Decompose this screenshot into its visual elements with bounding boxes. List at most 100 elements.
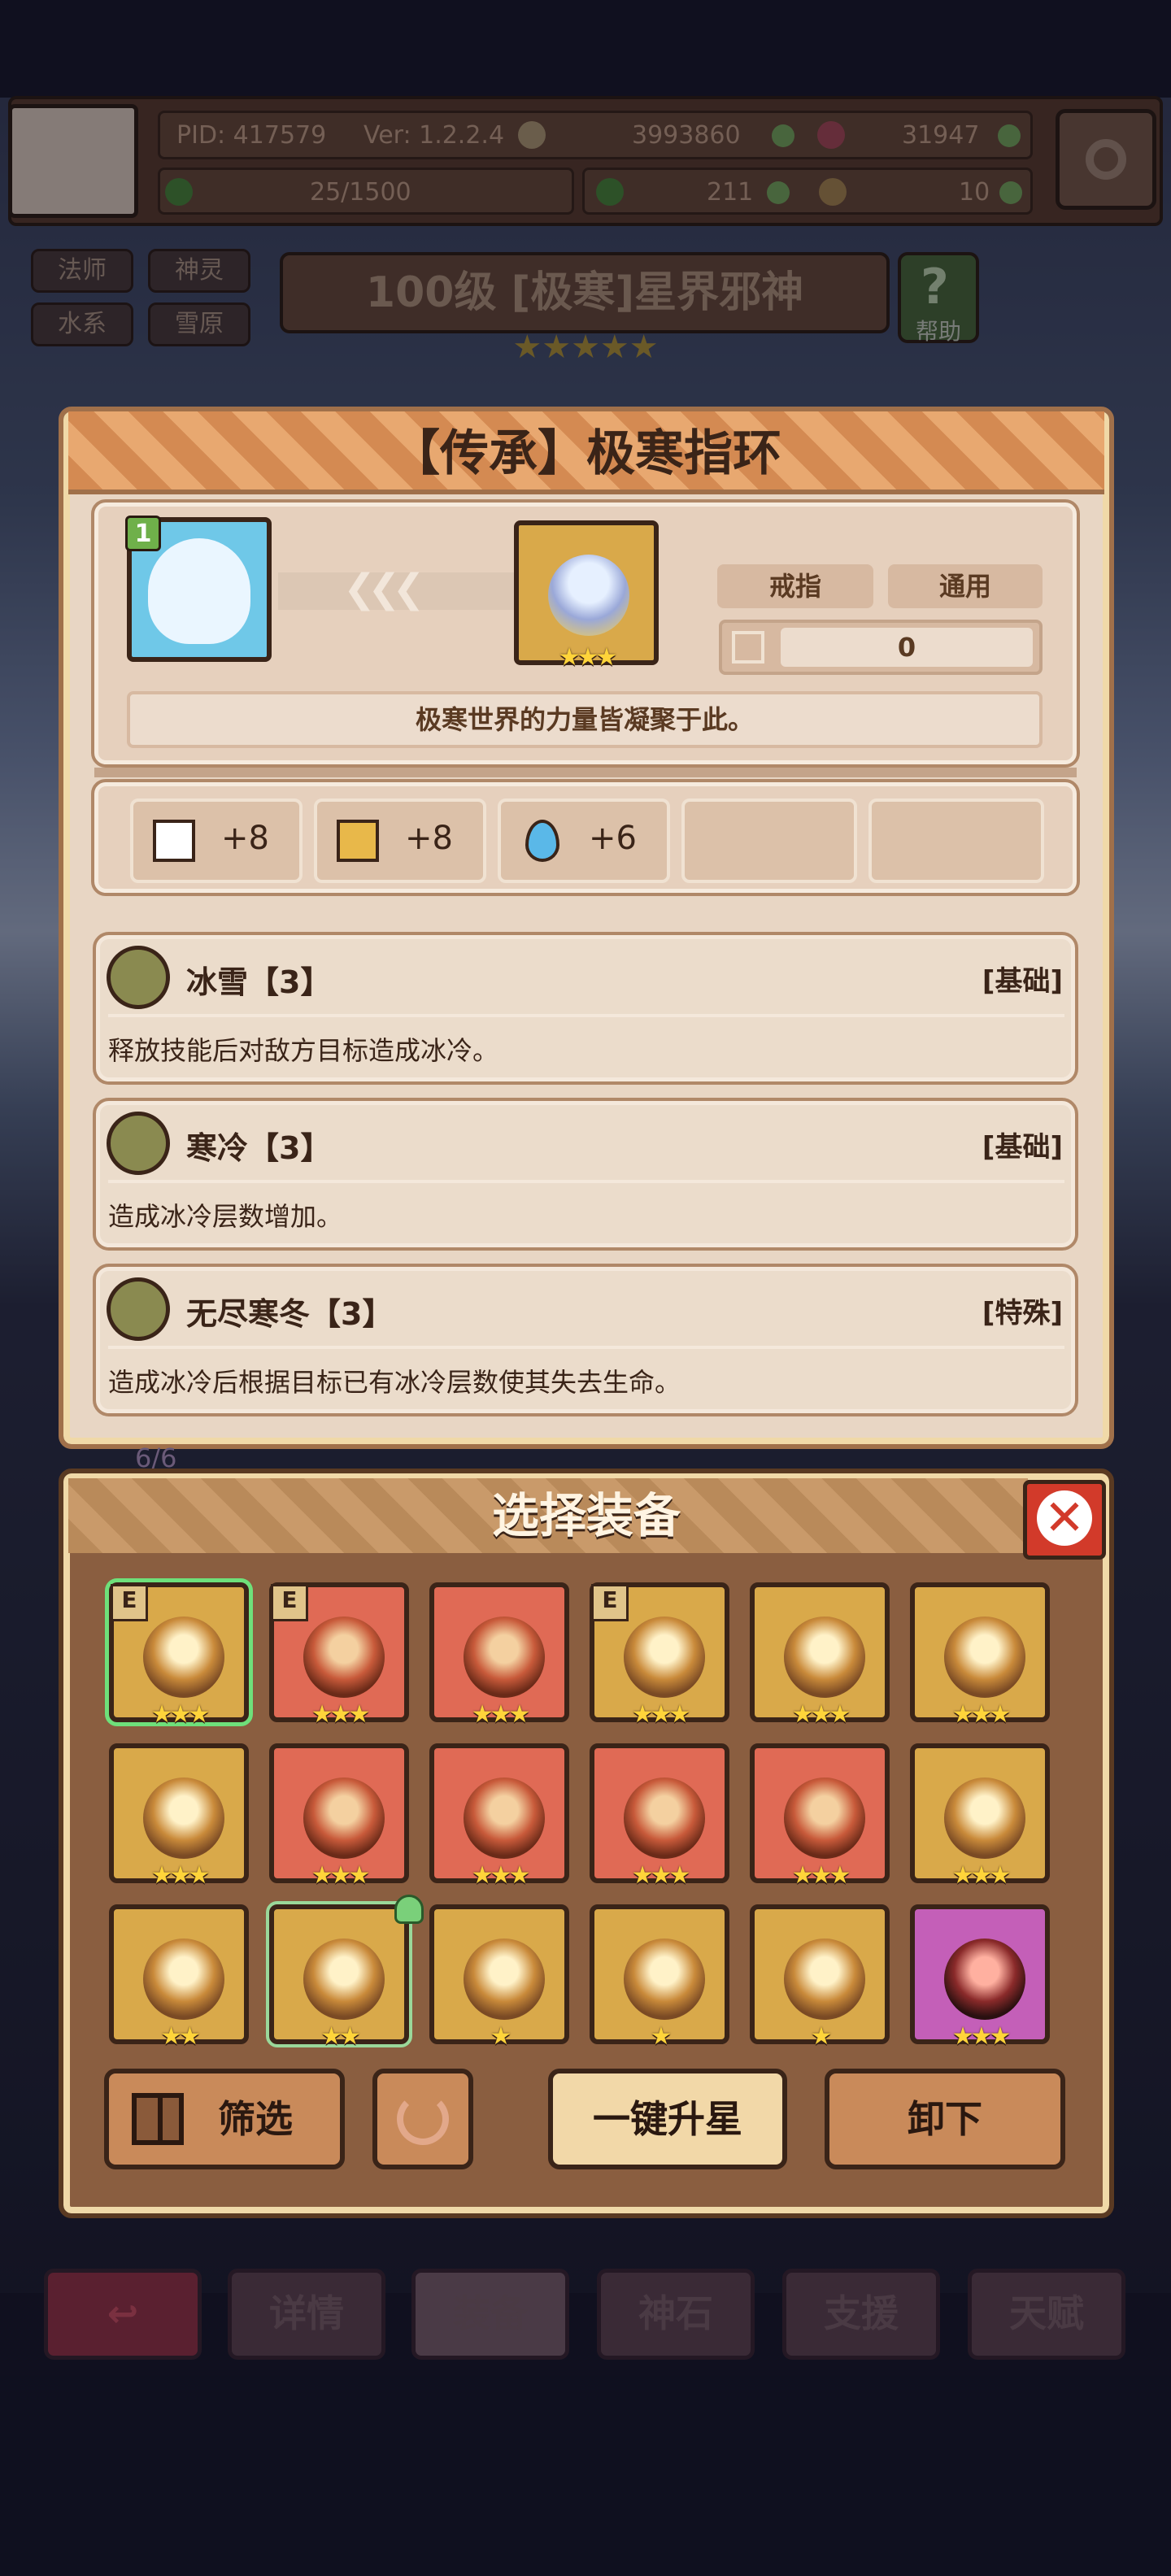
slot-stars: ★★★ [631,1700,691,1729]
equipment-slot[interactable]: ★★★ [109,1743,249,1890]
ice-ring-icon [143,1617,224,1698]
grid-icon [132,2093,184,2145]
slot-stars: ★ [650,2022,673,2051]
ice-ring-icon [548,555,629,636]
filter-button[interactable]: 筛选 [104,2069,345,2169]
equipped-badge: E [271,1584,308,1621]
slot-stars: ★★★ [791,1700,851,1729]
equip-select-title: 选择装备 [491,1488,681,1543]
equipment-slot[interactable]: E ★★★ [590,1582,729,1729]
divider [94,768,1077,777]
slot-stars: ★★★ [631,1861,691,1890]
equipment-slot[interactable]: ★ [590,1904,729,2051]
slot-stars: ★★★ [311,1700,371,1729]
equipment-slot[interactable]: E ★★★ [269,1582,409,1729]
skill-icon [107,1277,170,1341]
book-icon [153,820,195,862]
equipment-slot[interactable]: ★★★ [429,1582,569,1729]
jade-ring-icon [784,1939,865,2020]
skill-name: 无尽寒冬【3】 [186,1296,394,1332]
equipment-slot[interactable]: ★ [429,1904,569,2051]
equipped-item-slot[interactable]: ★★★ [514,520,659,672]
red-gem-ring-icon [303,1617,385,1698]
stat-cell-empty-2 [868,798,1044,883]
back-arrow-icon: ↩ [107,2291,139,2335]
type-tag: 戒指 [717,564,873,608]
close-icon: ✕ [1037,1490,1092,1546]
equip-arrow: ❮❮❮ [278,566,514,611]
slot-stars: ★★★ [311,1861,371,1890]
equipped-badge: E [591,1584,629,1621]
item-title: 【传承】极寒指环 [391,425,781,482]
refresh-icon [397,2093,449,2145]
hero-portrait[interactable]: 1 [125,516,272,662]
stat-cell-2: +8 [314,798,486,883]
vine-ring-icon [784,1778,865,1859]
nav-equipment[interactable]: 装备 [411,2269,569,2360]
equipment-slot[interactable]: ★ [750,1904,890,2051]
aqua-ring-icon [944,1778,1025,1859]
nav-talent[interactable]: 天赋 [968,2269,1125,2360]
close-button[interactable]: ✕ [1023,1480,1106,1560]
equipment-slot[interactable]: ★★★ [590,1743,729,1890]
skill-type: [基础] [982,965,1063,998]
stat-cell-1: +8 [130,798,303,883]
skill-icon [107,946,170,1009]
skill-icon [107,1112,170,1175]
green-stone-ring-icon [143,1939,224,2020]
skill-desc: 释放技能后对敌方目标造成冰冷。 [108,1035,499,1066]
equipment-slot[interactable]: ★★ [266,1895,424,2051]
equipment-slot[interactable]: ★★★ [269,1743,409,1890]
bronze-ring-icon [464,1617,545,1698]
slot-stars: ★★★ [951,1700,1012,1729]
refresh-button[interactable] [372,2069,473,2169]
equipment-slot[interactable]: ★★★ [910,1904,1050,2051]
equipment-slot[interactable]: ★★★ [750,1743,890,1890]
hero-level-badge: 1 [125,516,161,551]
slot-stars: ★★★ [150,1861,211,1890]
skill-card-3: 无尽寒冬【3】 [特殊] 造成冰冷后根据目标已有冰冷层数使其失去生命。 [93,1264,1078,1416]
serpent-ring-icon [303,1778,385,1859]
dark-ring-icon [464,1778,545,1859]
skill-desc: 造成冰冷层数增加。 [108,1201,343,1232]
stat-cell-empty-1 [681,798,857,883]
background-counter: 6/6 [135,1442,177,1473]
slot-stars: ★ [490,2022,512,2051]
white-stone-ring-icon [303,1939,385,2020]
slot-stars: ★★★ [471,1861,531,1890]
equipment-slot[interactable]: ★★★ [910,1743,1050,1890]
obsidian-ring-icon [944,1939,1025,2020]
stat-value-2: +8 [405,820,453,857]
equipped-badge: E [111,1584,148,1621]
slot-stars: ★★★ [951,1861,1012,1890]
nav-godstone[interactable]: 神石 [597,2269,755,2360]
skill-card-2: 寒冷【3】 [基础] 造成冰冷层数增加。 [93,1098,1078,1251]
stat-value-1: +8 [221,820,269,857]
one-click-upgrade-button[interactable]: 一键升星 [548,2069,787,2169]
skill-type: [特殊] [982,1297,1063,1329]
back-button[interactable]: ↩ [44,2269,202,2360]
slot-count: 0 [781,628,1033,667]
crystal-ring-icon [624,1778,705,1859]
equipment-slot[interactable]: ★★★ [429,1743,569,1890]
nav-support[interactable]: 支援 [782,2269,940,2360]
fire-ring-icon [784,1617,865,1698]
filter-label: 筛选 [218,2097,293,2141]
shoe-icon [337,820,379,862]
equipment-slot[interactable]: ★★★ [750,1582,890,1729]
slot-stars: ★★★ [791,1861,851,1890]
slot-stars: ★★ [160,2022,201,2051]
skill-card-1: 冰雪【3】 [基础] 释放技能后对敌方目标造成冰冷。 [93,932,1078,1085]
slot-count-field: 0 [719,620,1043,675]
item-description: 极寒世界的力量皆凝聚于此。 [127,691,1043,748]
flame-ring-icon [143,1778,224,1859]
skill-type: [基础] [982,1131,1063,1164]
skill-desc: 造成冰冷后根据目标已有冰冷层数使其失去生命。 [108,1367,681,1398]
equipment-slot[interactable]: ★★★ [910,1582,1050,1729]
equipment-slot[interactable]: E ★★★ [105,1578,253,1729]
nav-details[interactable]: 详情 [228,2269,385,2360]
equipment-slot[interactable]: ★★ [109,1904,249,2051]
unequip-button[interactable]: 卸下 [825,2069,1065,2169]
ruby-ring-icon [464,1939,545,2020]
crown-ring-icon [624,1617,705,1698]
